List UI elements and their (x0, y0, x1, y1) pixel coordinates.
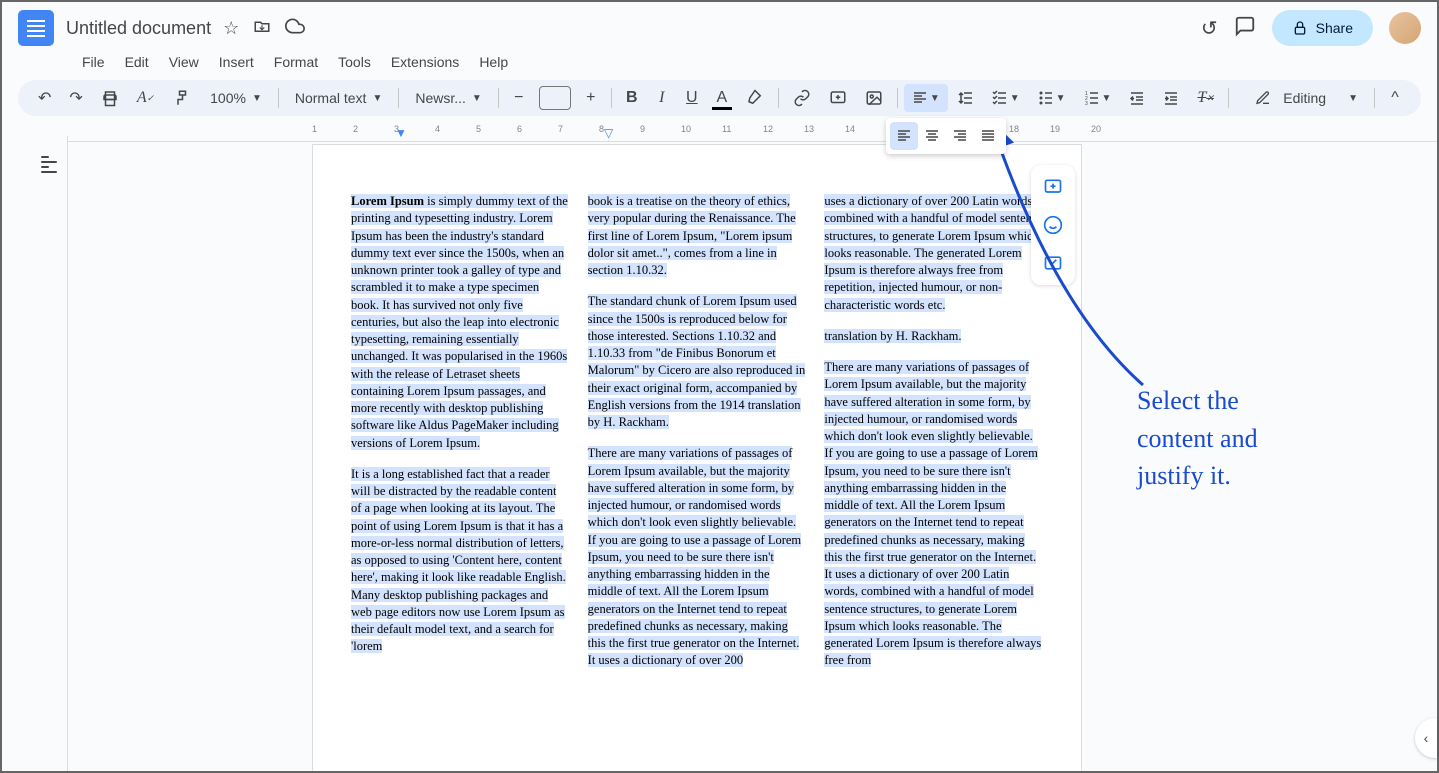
bullet-list-button[interactable]: ▼ (1030, 84, 1074, 112)
align-right-option[interactable] (946, 122, 974, 150)
suggest-edit-button[interactable] (1037, 247, 1069, 279)
separator (498, 88, 499, 108)
separator (1228, 88, 1229, 108)
align-popup (886, 118, 1006, 154)
print-button[interactable] (93, 84, 127, 112)
increase-font-button[interactable]: + (577, 84, 605, 112)
menu-insert[interactable]: Insert (211, 50, 262, 74)
align-left-option[interactable] (890, 122, 918, 150)
history-icon[interactable]: ↺ (1201, 16, 1218, 41)
text-content: There are many variations of passages of… (824, 360, 1041, 667)
user-avatar[interactable] (1389, 12, 1421, 44)
separator (1374, 88, 1375, 108)
text-bold: Lorem Ipsum (351, 194, 424, 208)
separator (611, 88, 612, 108)
text-content: It is a long established fact that a rea… (351, 467, 566, 654)
svg-text:3: 3 (1085, 101, 1088, 106)
line-spacing-button[interactable] (950, 84, 982, 112)
mode-select[interactable]: Editing▼ (1245, 86, 1368, 110)
annotation-text: Select the content and justify it. (1137, 382, 1258, 495)
share-button[interactable]: Share (1272, 10, 1373, 46)
menu-bar: File Edit View Insert Format Tools Exten… (18, 46, 1421, 80)
style-select[interactable]: Normal text▼ (285, 86, 392, 110)
image-button[interactable] (857, 84, 891, 112)
document-page[interactable]: Lorem Ipsum is simply dummy text of the … (312, 144, 1082, 771)
move-icon[interactable] (253, 17, 271, 40)
underline-button[interactable]: U (678, 84, 706, 112)
menu-edit[interactable]: Edit (117, 50, 157, 74)
text-content: The standard chunk of Lorem Ipsum used s… (588, 294, 806, 429)
share-label: Share (1316, 20, 1353, 36)
decrease-indent-button[interactable] (1121, 84, 1153, 112)
numbered-list-button[interactable]: 123▼ (1076, 84, 1120, 112)
menu-tools[interactable]: Tools (330, 50, 379, 74)
align-justify-option[interactable] (974, 122, 1002, 150)
collapse-toolbar-button[interactable]: ^ (1381, 84, 1409, 112)
undo-button[interactable]: ↶ (30, 84, 59, 112)
column-3: uses a dictionary of over 200 Latin word… (824, 193, 1043, 684)
separator (278, 88, 279, 108)
spellcheck-button[interactable]: A✓ (129, 84, 162, 112)
highlight-button[interactable] (738, 84, 772, 112)
menu-format[interactable]: Format (266, 50, 326, 74)
decrease-font-button[interactable]: − (505, 84, 533, 112)
text-content: is simply dummy text of the printing and… (351, 194, 568, 450)
separator (398, 88, 399, 108)
zoom-select[interactable]: 100%▼ (200, 86, 272, 110)
star-icon[interactable]: ☆ (223, 18, 239, 39)
text-content: translation by H. Rackham. (824, 329, 961, 343)
side-tools (1031, 165, 1075, 285)
text-content: book is a treatise on the theory of ethi… (588, 194, 796, 277)
italic-button[interactable]: I (648, 84, 676, 112)
cloud-status-icon[interactable] (285, 16, 305, 41)
text-content: uses a dictionary of over 200 Latin word… (824, 194, 1043, 312)
checklist-button[interactable]: ▼ (984, 84, 1028, 112)
separator (778, 88, 779, 108)
document-title[interactable]: Untitled document (66, 18, 211, 39)
menu-file[interactable]: File (74, 50, 113, 74)
font-size-input[interactable] (539, 86, 571, 110)
link-button[interactable] (785, 84, 819, 112)
clear-format-button[interactable]: T✕ (1189, 84, 1221, 112)
toolbar: ↶ ↷ A✓ 100%▼ Normal text▼ Newsr...▼ − + … (18, 80, 1421, 116)
add-emoji-button[interactable] (1037, 209, 1069, 241)
docs-logo-icon[interactable] (18, 10, 54, 46)
font-select[interactable]: Newsr...▼ (405, 86, 491, 110)
align-button[interactable]: ▼ (904, 84, 948, 112)
menu-help[interactable]: Help (471, 50, 516, 74)
column-1: Lorem Ipsum is simply dummy text of the … (351, 193, 570, 684)
align-center-option[interactable] (918, 122, 946, 150)
comment-button[interactable] (821, 84, 855, 112)
comments-icon[interactable] (1234, 15, 1256, 42)
add-comment-button[interactable] (1037, 171, 1069, 203)
text-color-button[interactable]: A (708, 84, 736, 112)
bold-button[interactable]: B (618, 84, 646, 112)
paint-format-button[interactable] (164, 84, 198, 112)
column-2: book is a treatise on the theory of ethi… (588, 193, 807, 684)
increase-indent-button[interactable] (1155, 84, 1187, 112)
separator (897, 88, 898, 108)
text-content: There are many variations of passages of… (588, 446, 801, 667)
menu-view[interactable]: View (161, 50, 207, 74)
redo-button[interactable]: ↷ (61, 84, 90, 112)
menu-extensions[interactable]: Extensions (383, 50, 467, 74)
